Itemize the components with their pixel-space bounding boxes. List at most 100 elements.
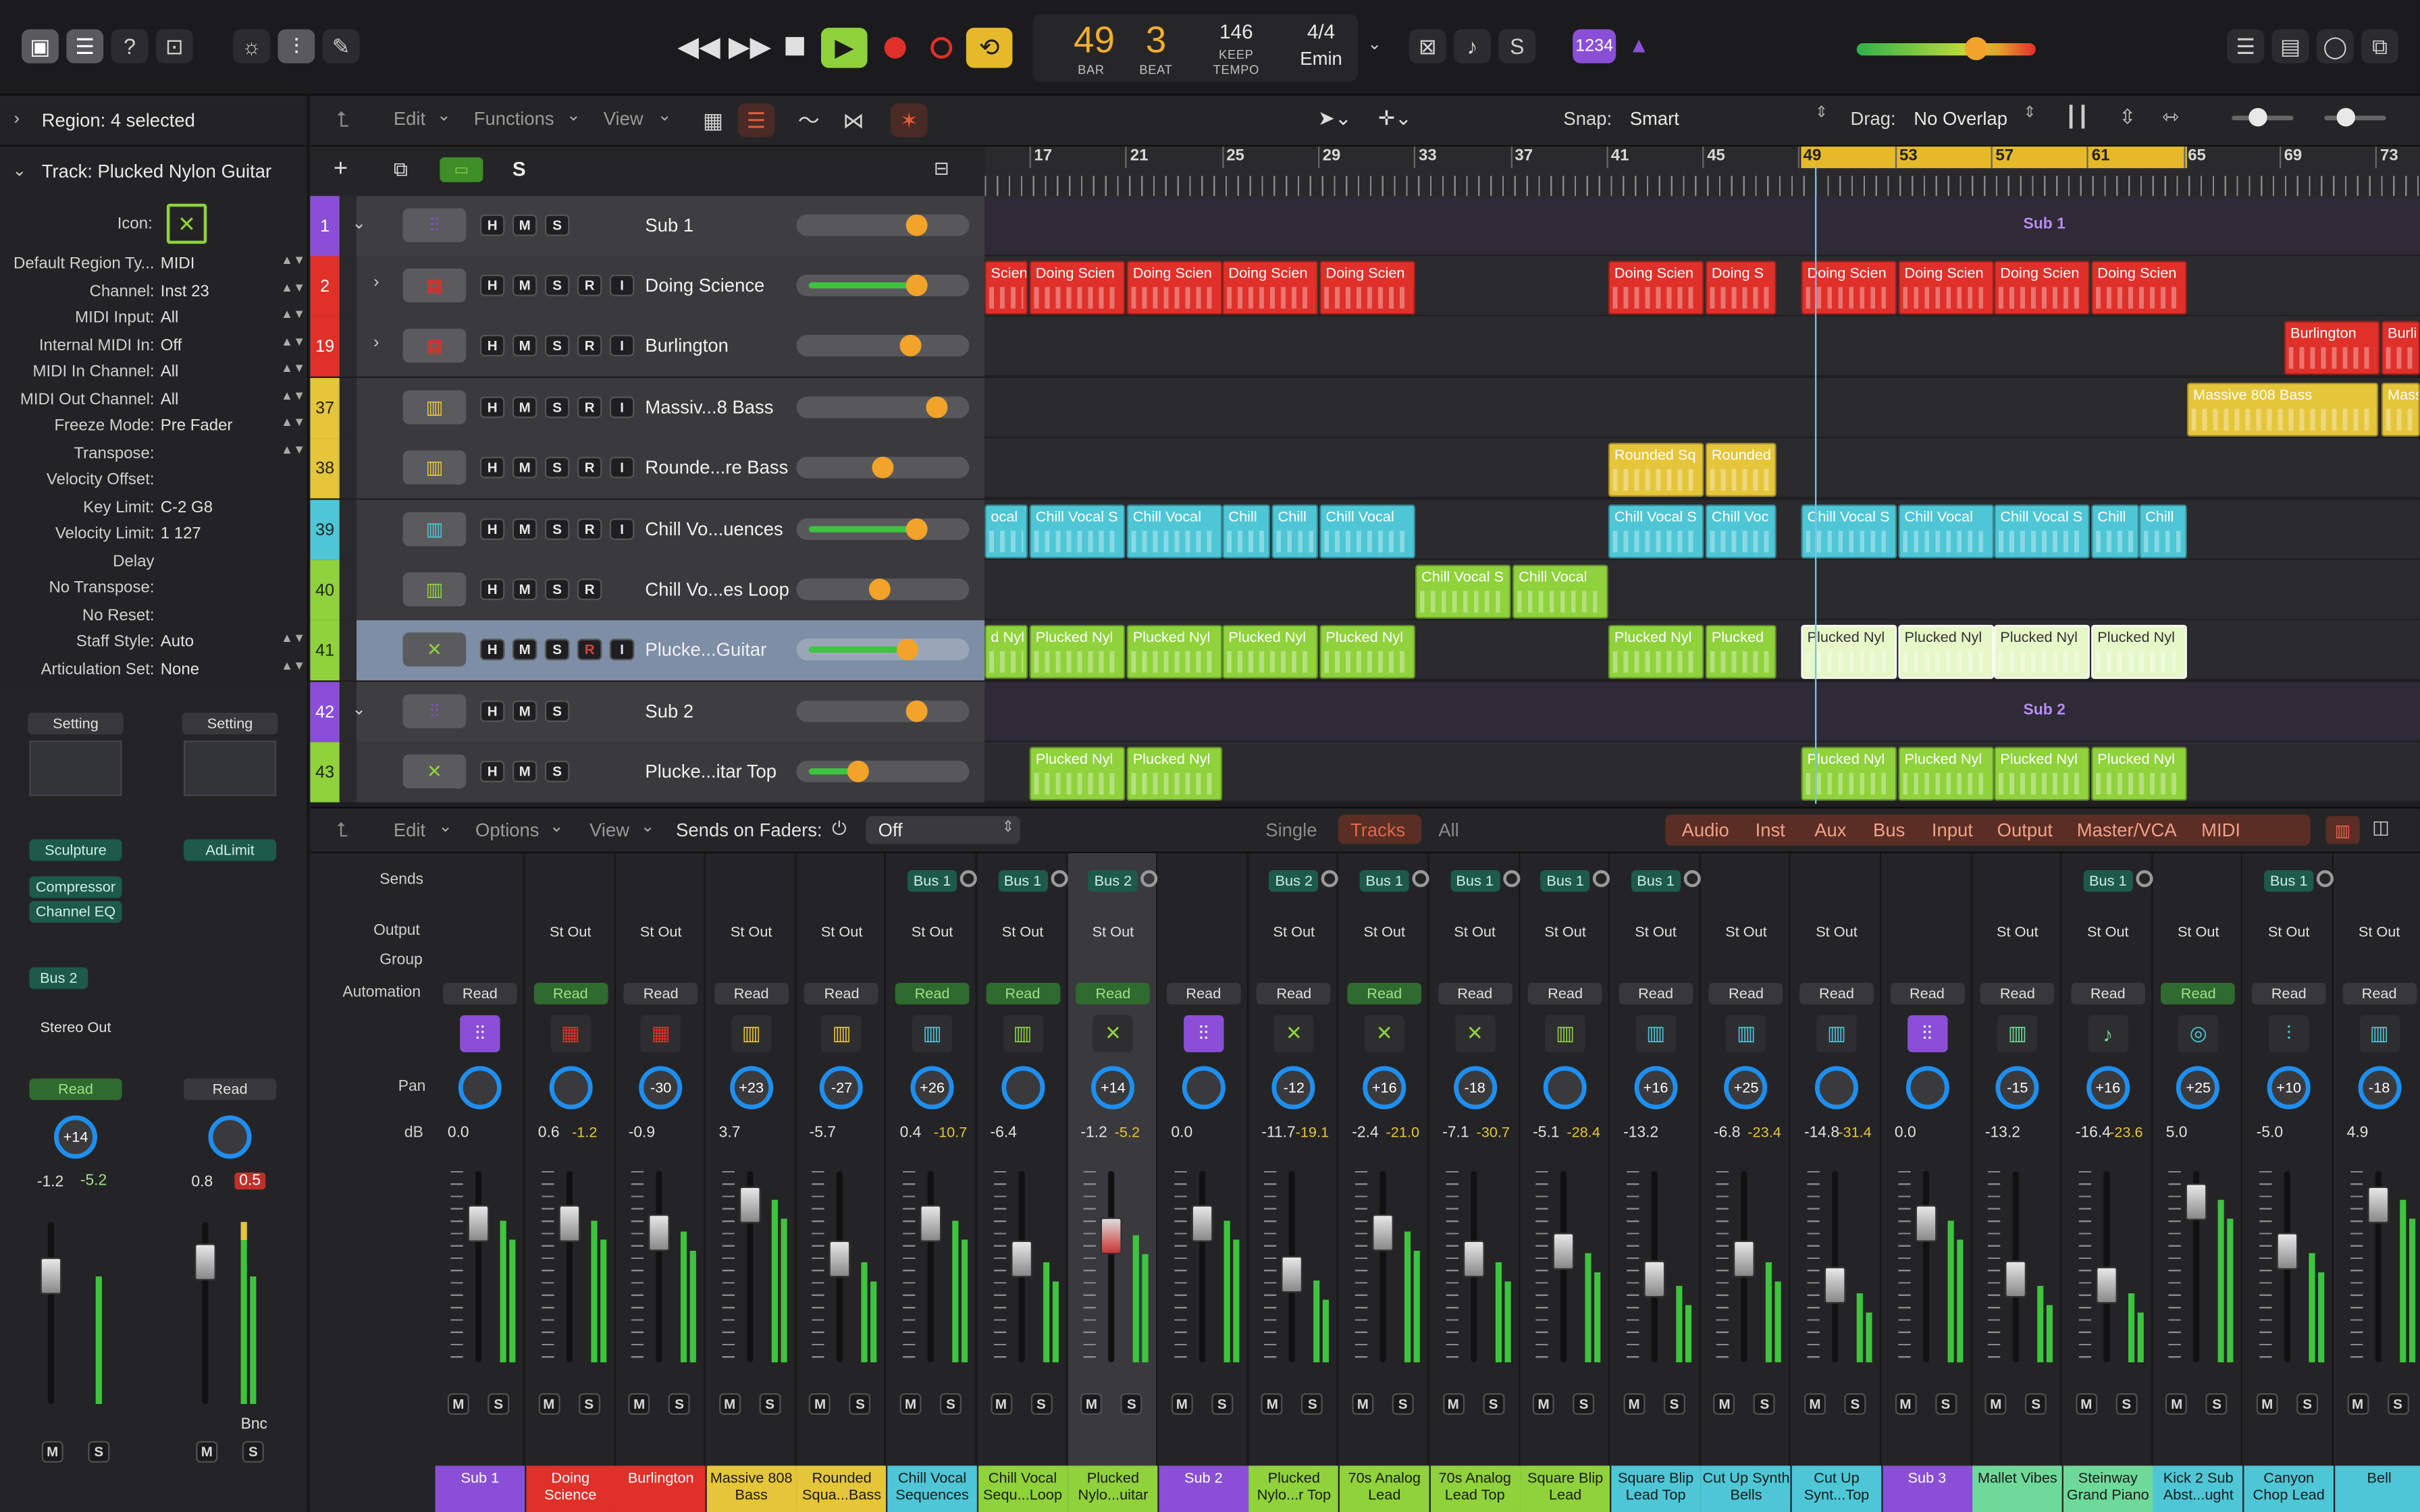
- solo-button[interactable]: S: [1935, 1393, 1957, 1415]
- track-i-button[interactable]: I: [609, 274, 635, 296]
- track-h-button[interactable]: H: [479, 396, 505, 418]
- output-slot[interactable]: St Out: [1259, 921, 1330, 943]
- region[interactable]: ocal: [984, 504, 1028, 559]
- region[interactable]: Plucked Nyl: [1898, 624, 1995, 679]
- track-row[interactable]: 37 ▥ H M S R I Massiv...8 Bass: [310, 377, 985, 439]
- track-volume-slider[interactable]: [796, 396, 970, 418]
- volume-fader[interactable]: [2367, 1186, 2389, 1224]
- cycle-button[interactable]: ⟲: [966, 28, 1013, 68]
- track-i-button[interactable]: I: [609, 396, 635, 418]
- inspector-row[interactable]: No Reset:: [0, 605, 309, 630]
- mute-button[interactable]: M: [899, 1393, 922, 1415]
- inspector-row-value[interactable]: Inst 23: [161, 281, 209, 300]
- channel-name[interactable]: Chill Vocal Sequences: [887, 1465, 977, 1512]
- channel-strip[interactable]: Bus 1 St Out Read ▥ -5.1 -28.4 M S Square Blip L…: [1520, 853, 1610, 1512]
- channel-strip[interactable]: St Out Read ▥ -15 -13.2 M S Mallet Vibes: [1972, 853, 2063, 1512]
- volume-fader[interactable]: [920, 1205, 942, 1242]
- channel-name[interactable]: Doing Science: [525, 1465, 616, 1512]
- waveform-zoom-icon[interactable]: ┃┃: [2065, 105, 2089, 130]
- channel-name[interactable]: Canyon Chop Lead: [2244, 1465, 2334, 1512]
- region[interactable]: Plucked Nyl: [1126, 747, 1223, 801]
- browser-icon[interactable]: ◯: [2316, 29, 2354, 63]
- capture-record-icon[interactable]: [930, 36, 953, 59]
- pan-knob[interactable]: -18: [1453, 1066, 1497, 1110]
- region[interactable]: Doing S: [1705, 261, 1777, 315]
- channel-strip[interactable]: Bus 2 St Out Read ✕ +14 -1.2 -5.2 M S Plucked Nyl…: [1068, 853, 1158, 1512]
- view-all[interactable]: All: [1438, 819, 1458, 841]
- track-header[interactable]: ⌄ ⫶⫶ H M S Sub 2: [352, 682, 985, 742]
- track-chevron-icon[interactable]: ⌄: [12, 161, 26, 180]
- mixer-edit-menu[interactable]: Edit: [394, 819, 425, 841]
- volume-fader[interactable]: [1191, 1205, 1213, 1242]
- track-header[interactable]: Track: Plucked Nylon Guitar: [42, 161, 271, 182]
- mute-button[interactable]: M: [718, 1393, 741, 1415]
- region[interactable]: Plucked Nyl: [1898, 747, 1995, 801]
- inspector-row[interactable]: MIDI In Channel: All ▲▼: [0, 362, 309, 387]
- automation-mode[interactable]: Read: [985, 982, 1060, 1004]
- category-master-vca[interactable]: Master/VCA: [2063, 816, 2190, 844]
- channel-strip[interactable]: St Out Read ▥ -18 4.9 M S Bell: [2334, 853, 2420, 1512]
- updown-icon[interactable]: ▲▼: [281, 308, 305, 321]
- channel-name[interactable]: Mallet Vibes: [1972, 1465, 2063, 1512]
- track-name[interactable]: Burlington: [645, 335, 729, 356]
- list-view-icon[interactable]: ☰: [737, 103, 775, 138]
- region[interactable]: Chill: [1271, 504, 1318, 559]
- volume-fader[interactable]: [648, 1214, 670, 1251]
- track-volume-slider[interactable]: [796, 456, 970, 479]
- output-slot[interactable]: St Out: [987, 921, 1058, 943]
- region[interactable]: Chill Vocal S: [1415, 564, 1511, 619]
- track-m-button[interactable]: M: [512, 578, 537, 601]
- volume-fader[interactable]: [2276, 1233, 2298, 1270]
- channel-name[interactable]: Plucked Nylo...uitar: [1068, 1465, 1158, 1512]
- track-volume-slider[interactable]: [796, 334, 970, 356]
- channel-strip[interactable]: St Out Read ◎ +25 5.0 M S Kick 2 Sub Abst...ugh…: [2153, 853, 2244, 1512]
- help-icon[interactable]: ?: [111, 29, 149, 63]
- automation-mode[interactable]: Read: [895, 982, 970, 1004]
- track-volume-knob[interactable]: [899, 334, 921, 356]
- view-menu[interactable]: View: [604, 108, 643, 130]
- channel-strip[interactable]: Bus 1 St Out Read ▥ +26 0.4 -10.7 M S Chill Vocal…: [887, 853, 977, 1512]
- channel-name[interactable]: Cut Up Synt...Top: [1791, 1465, 1882, 1512]
- pan-knob[interactable]: +16: [1634, 1066, 1678, 1110]
- solo-button[interactable]: S: [1301, 1393, 1323, 1415]
- track-name[interactable]: Massiv...8 Bass: [645, 396, 773, 418]
- region[interactable]: Chill Vocal: [1898, 504, 1995, 559]
- inspector-row-value[interactable]: Pre Fader: [161, 416, 233, 435]
- solo-button[interactable]: S: [759, 1393, 781, 1415]
- category-inst[interactable]: Inst: [1741, 816, 1799, 844]
- output-slot[interactable]: St Out: [1621, 921, 1691, 943]
- track-r-button[interactable]: R: [577, 334, 602, 356]
- pan-knob[interactable]: [1905, 1066, 1949, 1110]
- mixer-view-menu[interactable]: View: [589, 819, 629, 841]
- mute-button[interactable]: M: [2075, 1393, 2097, 1415]
- track-r-button[interactable]: R: [577, 456, 602, 479]
- volume-fader[interactable]: [2005, 1260, 2027, 1298]
- volume-fader[interactable]: [2186, 1183, 2208, 1220]
- solo-button[interactable]: S: [1211, 1393, 1233, 1415]
- disclosure-right-icon[interactable]: ›: [373, 333, 379, 352]
- channel-name[interactable]: Cut Up Synth Bells: [1701, 1465, 1791, 1512]
- updown-icon[interactable]: ▲▼: [281, 416, 305, 429]
- region[interactable]: Doing Scien: [1608, 261, 1704, 315]
- track-h-button[interactable]: H: [479, 518, 505, 540]
- mute-button[interactable]: M: [1533, 1393, 1555, 1415]
- region[interactable]: Burlington: [2284, 321, 2380, 375]
- region[interactable]: Plucked Nyl: [1222, 624, 1318, 679]
- track-volume-knob[interactable]: [926, 396, 949, 418]
- region[interactable]: Chill Vocal: [1319, 504, 1415, 559]
- inspector-row-value[interactable]: All: [161, 308, 179, 327]
- track-s-button[interactable]: S: [544, 456, 570, 479]
- rewind-icon[interactable]: ◀◀: [677, 31, 720, 63]
- volume-fader[interactable]: [1010, 1240, 1032, 1278]
- plugin-slot[interactable]: AdLimit: [183, 839, 277, 861]
- mute-button[interactable]: M: [1804, 1393, 1826, 1415]
- pan-knob[interactable]: +16: [1363, 1066, 1406, 1110]
- duplicate-track-icon[interactable]: ⧉: [394, 157, 408, 182]
- track-volume-knob[interactable]: [896, 639, 918, 661]
- track-row[interactable]: 42 ⌄ ⫶⫶ H M S Sub 2: [310, 682, 985, 742]
- track-volume-knob[interactable]: [905, 214, 927, 236]
- solo-button[interactable]: S: [2206, 1393, 2228, 1415]
- output-slot[interactable]: St Out: [716, 921, 787, 943]
- region[interactable]: Plucked Nyl: [1994, 624, 2090, 679]
- output-slot[interactable]: St Out: [2344, 921, 2415, 943]
